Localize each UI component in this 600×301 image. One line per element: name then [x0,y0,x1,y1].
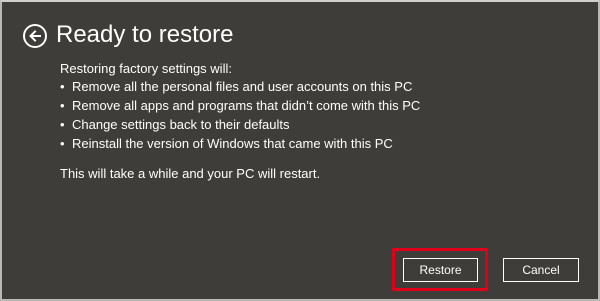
list-item: • Remove all the personal files and user … [60,78,420,97]
restore-button[interactable]: Restore [403,258,478,282]
list-item-text: Reinstall the version of Windows that ca… [72,136,393,151]
bullet-glyph: • [60,98,65,113]
bullet-glyph: • [60,136,65,151]
list-item: • Remove all apps and programs that didn’… [60,97,420,116]
restart-note: This will take a while and your PC will … [60,166,321,181]
cancel-button[interactable]: Cancel [503,258,579,282]
dialog-title: Ready to restore [56,21,234,48]
list-item: • Change settings back to their defaults [60,116,420,135]
list-item-text: Change settings back to their defaults [72,117,290,132]
list-item: • Reinstall the version of Windows that c… [60,135,420,154]
list-item-text: Remove all the personal files and user a… [72,79,413,94]
list-item-text: Remove all apps and programs that didn’t… [72,98,421,113]
bullet-glyph: • [60,79,65,94]
back-arrow-icon [29,30,41,42]
restore-dialog: Ready to restore Restoring factory setti… [0,0,600,301]
bullet-list: • Remove all the personal files and user … [60,78,420,154]
back-button[interactable] [23,24,47,48]
intro-text: Restoring factory settings will: [60,61,232,76]
bullet-glyph: • [60,117,65,132]
